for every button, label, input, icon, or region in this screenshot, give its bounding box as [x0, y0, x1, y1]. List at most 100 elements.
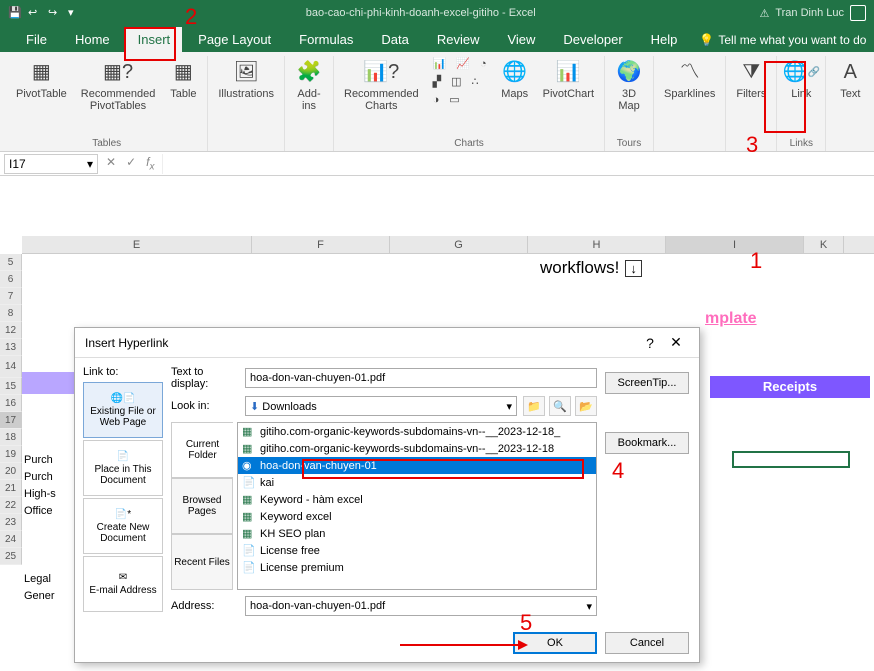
- rec-pivot-button[interactable]: ▦?Recommended PivotTables: [77, 56, 160, 114]
- cell-text-18: Purch: [24, 471, 53, 483]
- row-15[interactable]: 15: [0, 378, 22, 395]
- map3d-button[interactable]: 🌍3D Map: [611, 56, 647, 114]
- row-7[interactable]: 7: [0, 288, 22, 305]
- filters-button[interactable]: ⧩Filters: [732, 56, 770, 102]
- look-in-combo[interactable]: ⬇ Downloads▾: [245, 396, 517, 416]
- tab-pagelayout[interactable]: Page Layout: [186, 27, 283, 52]
- fx-icon[interactable]: fx: [146, 155, 154, 172]
- col-E[interactable]: E: [22, 236, 252, 253]
- text-to-display-input[interactable]: [245, 368, 597, 388]
- tab-help[interactable]: Help: [639, 27, 690, 52]
- row-6[interactable]: 6: [0, 271, 22, 288]
- screentip-button[interactable]: ScreenTip...: [605, 372, 689, 394]
- cancel-button[interactable]: Cancel: [605, 632, 689, 654]
- row-12[interactable]: 12: [0, 322, 22, 339]
- tab-recent-files[interactable]: Recent Files: [171, 534, 233, 590]
- row-14[interactable]: 14: [0, 356, 22, 378]
- chart-area-icon[interactable]: ▞: [429, 74, 445, 90]
- selected-cell-I17[interactable]: [732, 451, 850, 468]
- file-item[interactable]: 📄License free: [238, 542, 596, 559]
- col-I[interactable]: I: [666, 236, 804, 253]
- undo-icon[interactable]: ↩: [28, 6, 42, 20]
- chart-bar-icon[interactable]: 📊: [429, 56, 451, 72]
- chart-more-icon[interactable]: ◑: [429, 92, 444, 108]
- linkto-create[interactable]: 📄*Create New Document: [83, 498, 163, 554]
- sparklines-button[interactable]: 〽Sparklines: [660, 56, 719, 102]
- chart-scatter-icon[interactable]: ∴: [467, 74, 482, 90]
- file-item[interactable]: ▦KH SEO plan: [238, 525, 596, 542]
- row-18[interactable]: 18: [0, 429, 22, 446]
- maps-button[interactable]: 🌐Maps: [497, 56, 533, 102]
- row-8[interactable]: 8: [0, 305, 22, 322]
- col-K[interactable]: K: [804, 236, 844, 253]
- row-20[interactable]: 20: [0, 463, 22, 480]
- browse-file-icon[interactable]: 📂: [575, 396, 597, 416]
- tab-formulas[interactable]: Formulas: [287, 27, 365, 52]
- file-item-selected[interactable]: ◉hoa-don-van-chuyen-01: [238, 457, 596, 474]
- row-21[interactable]: 21: [0, 480, 22, 497]
- formula-input[interactable]: [162, 154, 874, 174]
- addins-button[interactable]: 🧩Add-ins: [291, 56, 327, 114]
- tab-data[interactable]: Data: [369, 27, 420, 52]
- chart-combo-icon[interactable]: ◫: [447, 74, 465, 90]
- tab-insert[interactable]: Insert: [126, 27, 183, 52]
- user-area[interactable]: ⚠ Tran Dinh Luc: [759, 5, 866, 21]
- file-item[interactable]: ▦gitiho.com-organic-keywords-subdomains-…: [238, 423, 596, 440]
- file-item[interactable]: 📄License premium: [238, 559, 596, 576]
- document-icon: 📄: [117, 451, 129, 462]
- row-23[interactable]: 23: [0, 514, 22, 531]
- redo-icon[interactable]: ↪: [48, 6, 62, 20]
- row-24[interactable]: 24: [0, 531, 22, 548]
- pivotchart-button[interactable]: 📊PivotChart: [539, 56, 598, 102]
- tab-file[interactable]: File: [14, 27, 59, 52]
- help-icon[interactable]: ?: [637, 335, 663, 351]
- file-item[interactable]: 📄kai: [238, 474, 596, 491]
- row-19[interactable]: 19: [0, 446, 22, 463]
- browse-web-icon[interactable]: 🔍: [549, 396, 571, 416]
- tab-home[interactable]: Home: [63, 27, 122, 52]
- tell-me[interactable]: 💡 Tell me what you want to do: [699, 33, 866, 52]
- qat-more-icon[interactable]: ▾: [68, 6, 82, 20]
- col-G[interactable]: G: [390, 236, 528, 253]
- link-button[interactable]: 🌐🔗Link: [783, 56, 819, 102]
- row-16[interactable]: 16: [0, 395, 22, 412]
- linkto-place[interactable]: 📄Place in This Document: [83, 440, 163, 496]
- enter-formula-icon[interactable]: ✓: [126, 155, 136, 172]
- file-item[interactable]: ▦Keyword - hàm excel: [238, 491, 596, 508]
- file-item[interactable]: ▦Keyword excel: [238, 508, 596, 525]
- chart-box-icon[interactable]: ▭: [445, 92, 463, 108]
- name-box[interactable]: I17▾: [4, 154, 98, 174]
- tab-view[interactable]: View: [495, 27, 547, 52]
- tab-browsed-pages[interactable]: Browsed Pages: [171, 478, 233, 534]
- row-13[interactable]: 13: [0, 339, 22, 356]
- bookmark-button[interactable]: Bookmark...: [605, 432, 689, 454]
- cancel-formula-icon[interactable]: ✕: [106, 155, 116, 172]
- col-H[interactable]: H: [528, 236, 666, 253]
- table-button[interactable]: ▦Table: [165, 56, 201, 102]
- ok-button[interactable]: OK: [513, 632, 597, 654]
- row-5[interactable]: 5: [0, 254, 22, 271]
- chart-pie-icon[interactable]: ◔: [476, 56, 491, 72]
- pivottable-button[interactable]: ▦PivotTable: [12, 56, 71, 102]
- illustrations-button[interactable]: 🖼Illustrations: [214, 56, 278, 102]
- close-icon[interactable]: ✕: [663, 334, 689, 351]
- tab-current-folder[interactable]: Current Folder: [171, 422, 233, 478]
- tab-developer[interactable]: Developer: [551, 27, 634, 52]
- rec-charts-button[interactable]: 📊?Recommended Charts: [340, 56, 423, 114]
- look-in-label: Look in:: [171, 400, 239, 412]
- mplate-link[interactable]: mplate: [705, 310, 757, 328]
- col-F[interactable]: F: [252, 236, 390, 253]
- text-button[interactable]: AText: [832, 56, 868, 102]
- file-item[interactable]: ▦gitiho.com-organic-keywords-subdomains-…: [238, 440, 596, 457]
- row-25[interactable]: 25: [0, 548, 22, 565]
- save-icon[interactable]: 💾: [8, 6, 22, 20]
- row-22[interactable]: 22: [0, 497, 22, 514]
- tab-review[interactable]: Review: [425, 27, 492, 52]
- chart-line-icon[interactable]: 📈: [452, 56, 474, 72]
- file-list[interactable]: ▦gitiho.com-organic-keywords-subdomains-…: [237, 422, 597, 590]
- up-folder-icon[interactable]: 📁: [523, 396, 545, 416]
- address-combo[interactable]: hoa-don-van-chuyen-01.pdf▾: [245, 596, 597, 616]
- linkto-email[interactable]: ✉E-mail Address: [83, 556, 163, 612]
- linkto-existing[interactable]: 🌐📄Existing File or Web Page: [83, 382, 163, 438]
- row-17[interactable]: 17: [0, 412, 22, 429]
